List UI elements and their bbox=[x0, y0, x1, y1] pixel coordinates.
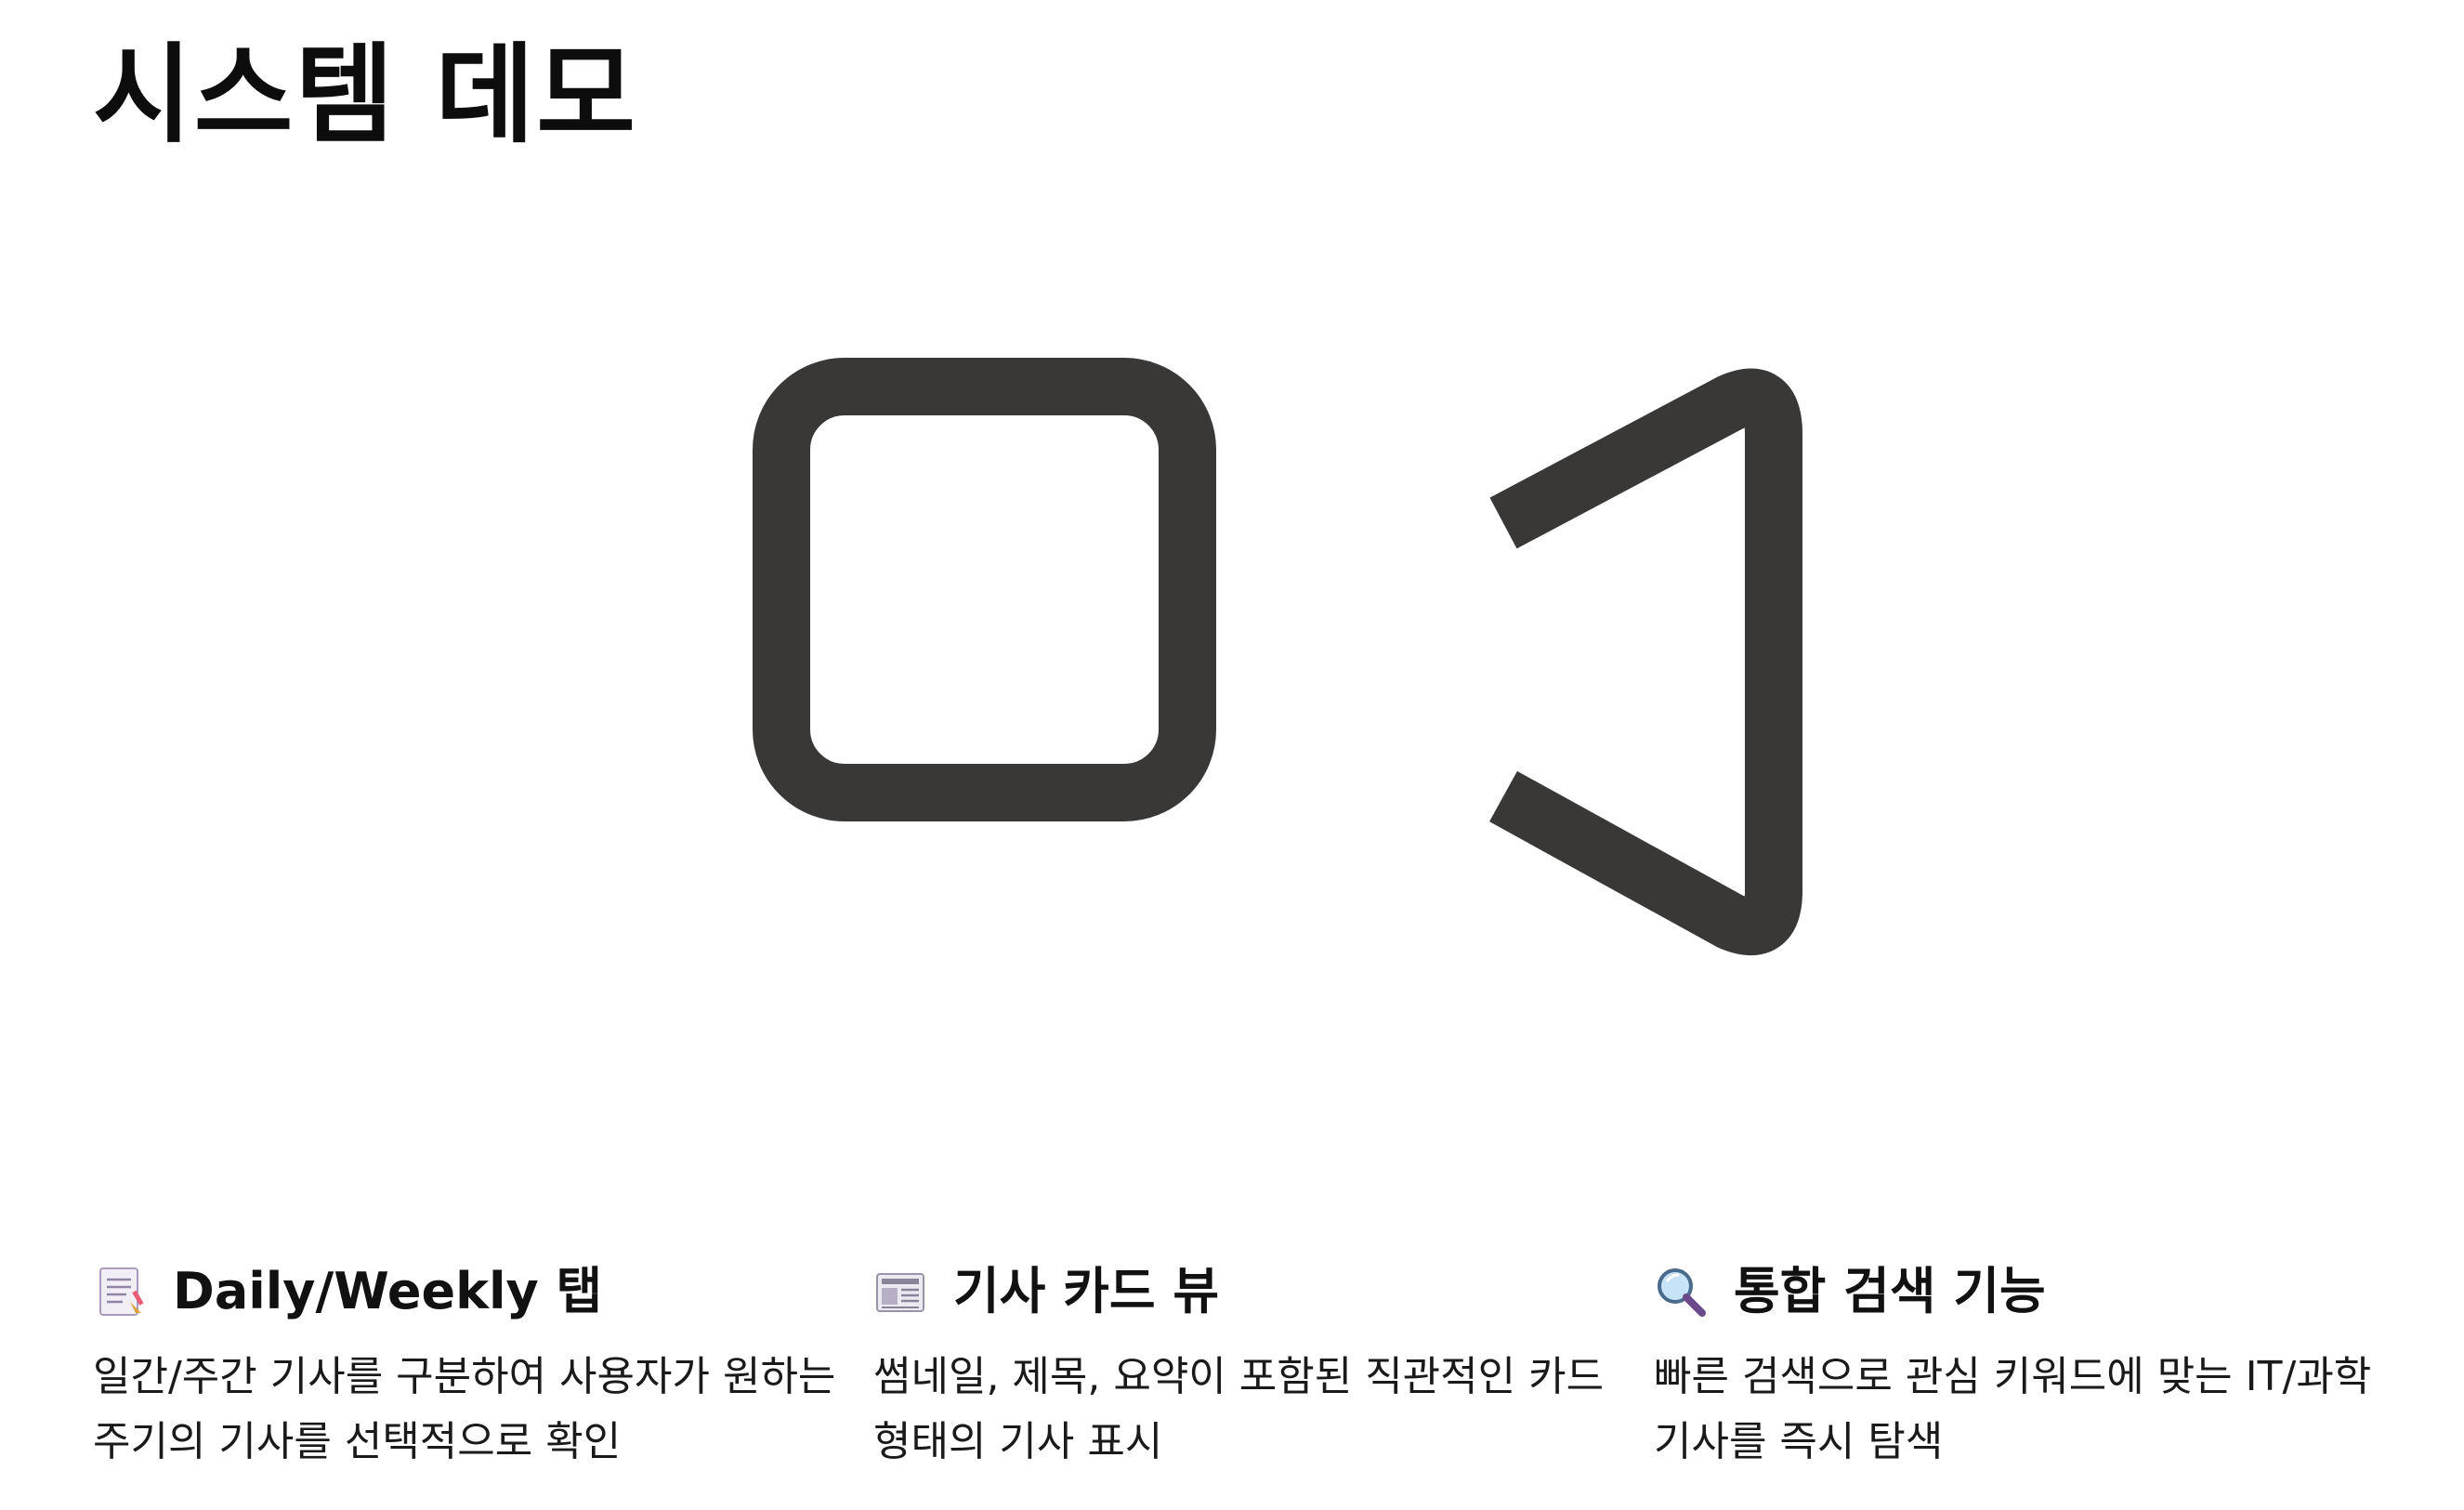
newspaper-icon bbox=[876, 1273, 924, 1312]
notepad-icon bbox=[99, 1267, 144, 1316]
page-title: 시스템 데모 bbox=[93, 33, 637, 158]
feature-article-card-view: 기사 카드 뷰 썸네일, 제목, 요약이 포함된 직관적인 카드 형태의 기사 … bbox=[873, 1250, 1654, 1475]
feature-integrated-search: 통합 검색 기능 빠른 검색으로 관심 키워드에 맞는 IT/과학 기사를 즉시… bbox=[1654, 1250, 2434, 1475]
feature-description: 일간/주간 기사를 구분하여 사용자가 원하는 주기의 기사를 선택적으로 확인 bbox=[93, 1353, 836, 1465]
feature-title: Daily/Weekly 탭 bbox=[173, 1262, 603, 1320]
magnifying-glass-icon bbox=[1658, 1268, 1706, 1317]
video-camera-icon bbox=[753, 358, 1802, 955]
feature-title: 통합 검색 기능 bbox=[1734, 1262, 2046, 1320]
feature-daily-weekly-tab: Daily/Weekly 탭 일간/주간 기사를 구분하여 사용자가 원하는 주… bbox=[93, 1250, 873, 1475]
feature-description: 썸네일, 제목, 요약이 포함된 직관적인 카드 형태의 기사 표시 bbox=[873, 1353, 1605, 1465]
feature-list: Daily/Weekly 탭 일간/주간 기사를 구분하여 사용자가 원하는 주… bbox=[93, 1250, 2434, 1475]
feature-title: 기사 카드 뷰 bbox=[953, 1262, 1219, 1320]
feature-description: 빠른 검색으로 관심 키워드에 맞는 IT/과학 기사를 즉시 탐색 bbox=[1654, 1353, 2372, 1465]
video-placeholder[interactable] bbox=[753, 358, 1802, 1055]
